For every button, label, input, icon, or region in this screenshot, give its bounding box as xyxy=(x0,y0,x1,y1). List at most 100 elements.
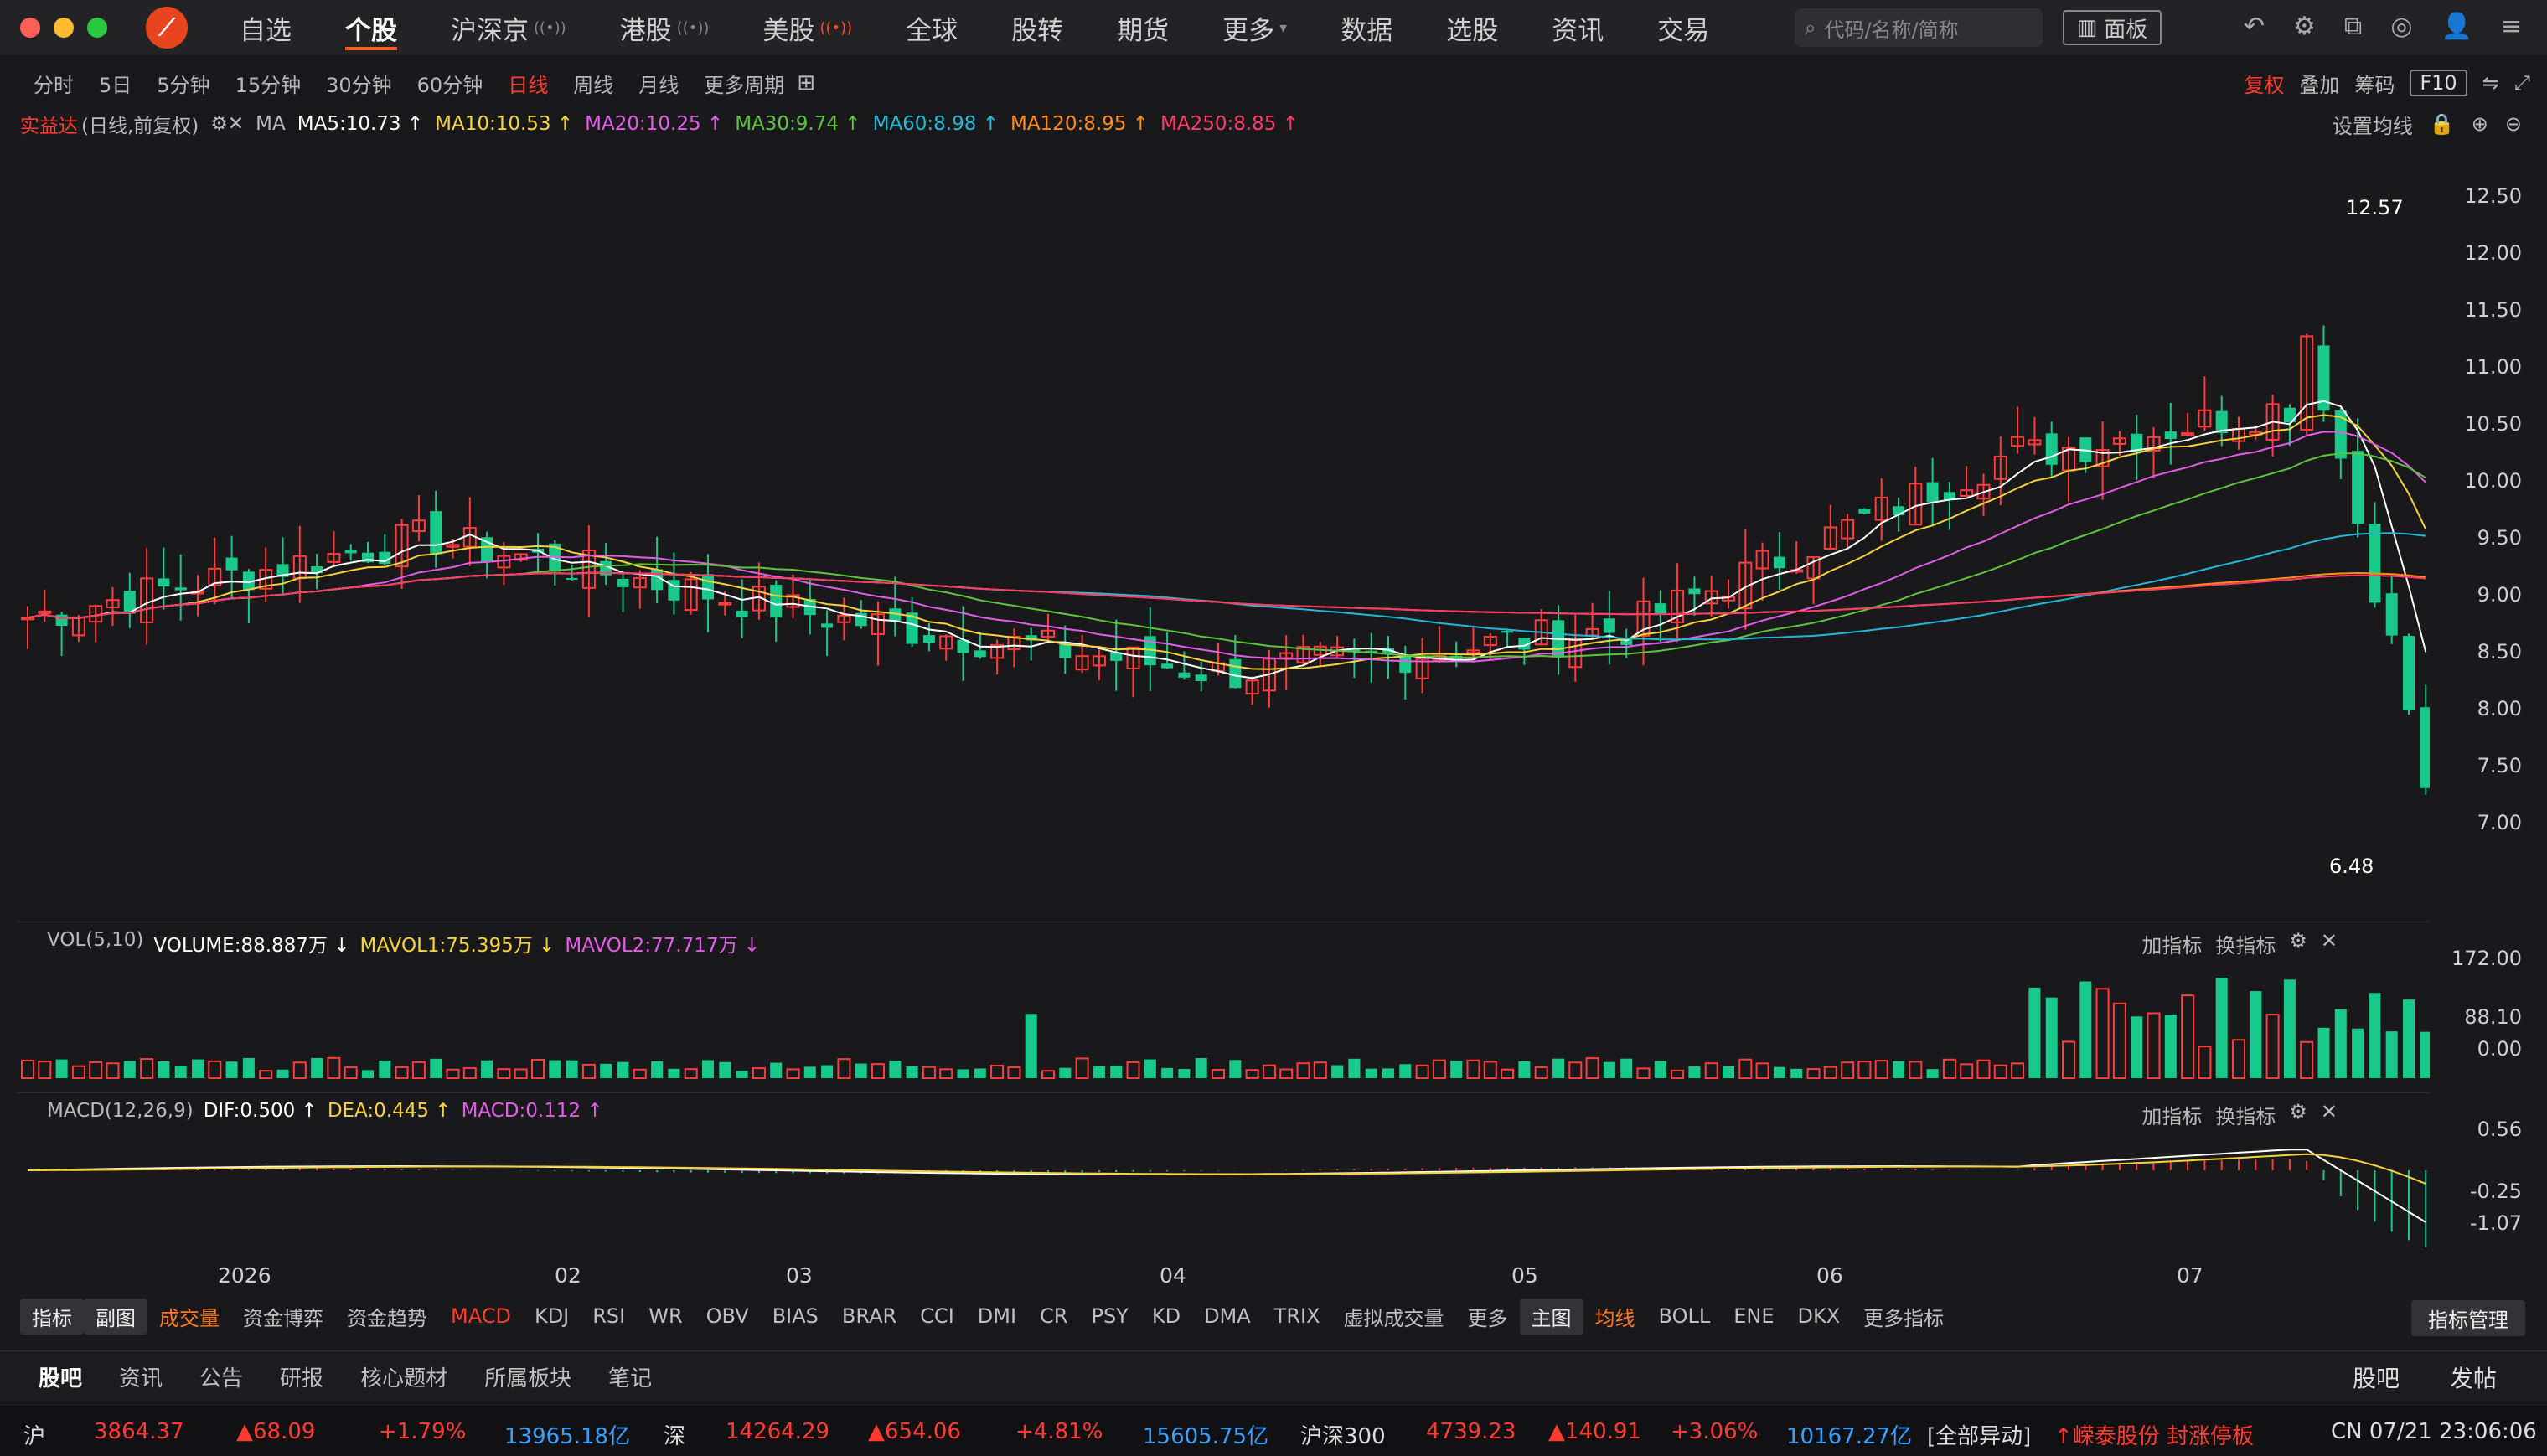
zoom-window-button[interactable] xyxy=(87,18,107,38)
indicator-tab[interactable]: 资金趋势 xyxy=(335,1302,439,1331)
bottom-tab[interactable]: 股吧 xyxy=(20,1361,101,1392)
indicator-tab[interactable]: 资金博弈 xyxy=(231,1302,335,1331)
indicator-tab[interactable]: BIAS xyxy=(761,1304,830,1328)
period-tab[interactable]: 周线 xyxy=(561,69,626,98)
guba-button[interactable]: 股吧 xyxy=(2353,1360,2400,1394)
settings-icon[interactable]: ⚙ xyxy=(2293,12,2316,41)
date-tick-label: 02 xyxy=(555,1263,581,1288)
macd-pane[interactable]: MACD(12,26,9) DIF:0.500 ↑ DEA:0.445 ↑ MA… xyxy=(17,1092,2430,1258)
menu-icon[interactable]: ≡ xyxy=(2501,12,2522,41)
indicator-tab[interactable]: 成交量 xyxy=(147,1302,231,1331)
fuquan-dropdown[interactable]: 复权 xyxy=(2244,69,2284,98)
compare-icon[interactable]: ⇋ xyxy=(2482,71,2499,95)
back-icon[interactable]: ↶ xyxy=(2244,12,2265,41)
nav-item-7[interactable]: 期货 xyxy=(1090,0,1196,55)
bottom-tab[interactable]: 所属板块 xyxy=(466,1361,590,1392)
indicator-tab[interactable]: MACD xyxy=(439,1304,523,1328)
nav-item-2[interactable]: 沪深京 ((•)) xyxy=(424,0,593,55)
indicator-tab[interactable]: 更多指标 xyxy=(1852,1302,1955,1331)
alert-type[interactable]: [全部异动] xyxy=(1927,1419,2031,1450)
nav-item-9[interactable]: 数据 xyxy=(1314,0,1419,55)
alert-text[interactable]: ↑嵘泰股份 封涨停板 xyxy=(2054,1419,2254,1450)
indicator-tab[interactable]: RSI xyxy=(581,1304,637,1328)
diejia-dropdown[interactable]: 叠加 xyxy=(2299,69,2339,98)
indicator-tab[interactable]: TRIX xyxy=(1263,1304,1332,1328)
bottom-tab[interactable]: 核心题材 xyxy=(342,1361,466,1392)
indicator-tab[interactable]: DKX xyxy=(1786,1304,1852,1328)
ma-line-60 xyxy=(27,532,2426,641)
user-icon[interactable]: 👤 xyxy=(2441,12,2472,41)
nav-item-11[interactable]: 资讯 xyxy=(1525,0,1630,55)
search-input[interactable]: ⌕ 代码/名称/简称 xyxy=(1795,8,2043,47)
zoom-in-icon[interactable]: ⊕ xyxy=(2472,112,2488,136)
period-tab[interactable]: 30分钟 xyxy=(313,69,405,98)
indicator-tab[interactable]: 虚拟成交量 xyxy=(1332,1302,1456,1331)
indicator-tab[interactable]: 更多 xyxy=(1456,1302,1520,1331)
indicator-tab[interactable]: 指标 xyxy=(20,1298,84,1335)
candlestick-chart[interactable]: 12.57 6.48 xyxy=(17,141,2432,911)
indicator-tab[interactable]: OBV xyxy=(695,1304,761,1328)
indicator-manager-button[interactable]: 指标管理 xyxy=(2411,1300,2525,1336)
indicator-tab[interactable]: 副图 xyxy=(84,1298,147,1335)
bottom-tab[interactable]: 笔记 xyxy=(590,1361,670,1392)
candle-body xyxy=(158,578,170,587)
popout-icon[interactable]: ⧉ xyxy=(2344,12,2362,41)
nav-item-6[interactable]: 股转 xyxy=(984,0,1090,55)
volume-axis: 172.00 88.10 0.00 xyxy=(2430,922,2547,1079)
indicator-tab[interactable]: BOLL xyxy=(1647,1304,1723,1328)
ma-settings-button[interactable]: 设置均线 xyxy=(2333,110,2413,139)
indicator-tab[interactable]: CR xyxy=(1028,1304,1079,1328)
indicator-tab[interactable]: ENE xyxy=(1722,1304,1785,1328)
bottom-tab[interactable]: 公告 xyxy=(181,1361,261,1392)
indicator-tab[interactable]: PSY xyxy=(1079,1304,1139,1328)
panel-button[interactable]: ▥ 面板 xyxy=(2063,10,2162,45)
bottom-tab[interactable]: 资讯 xyxy=(101,1361,181,1392)
volume-bar xyxy=(1382,1068,1394,1078)
layout-grid-icon[interactable]: ⊞ xyxy=(797,70,815,96)
fullscreen-icon[interactable]: ⤢ xyxy=(2514,71,2530,95)
minimize-window-button[interactable] xyxy=(54,18,74,38)
indicator-tab[interactable]: CCI xyxy=(908,1304,966,1328)
period-tab[interactable]: 60分钟 xyxy=(405,69,496,98)
close-window-button[interactable] xyxy=(20,18,40,38)
nav-item-4[interactable]: 美股 ((•)) xyxy=(736,0,879,55)
nav-item-8[interactable]: 更多 ▾ xyxy=(1196,0,1314,55)
nav-item-3[interactable]: 港股 ((•)) xyxy=(593,0,736,55)
window-controls xyxy=(20,18,107,38)
indicator-tab[interactable]: 均线 xyxy=(1583,1302,1647,1331)
high-price-label: 12.57 xyxy=(2346,196,2404,219)
nav-item-12[interactable]: 交易 xyxy=(1630,0,1736,55)
indicator-tab[interactable]: 主图 xyxy=(1519,1298,1583,1335)
indicator-tab[interactable]: KD xyxy=(1140,1304,1192,1328)
zoom-out-icon[interactable]: ⊖ xyxy=(2505,112,2522,136)
period-tab[interactable]: 分时 xyxy=(21,69,86,98)
indicator-tab[interactable]: DMA xyxy=(1192,1304,1263,1328)
nav-item-1[interactable]: 个股 xyxy=(318,0,424,55)
bottom-tab[interactable]: 研报 xyxy=(261,1361,342,1392)
period-tab[interactable]: 日线 xyxy=(495,69,561,98)
nav-item-label: 资讯 xyxy=(1552,15,1604,46)
indicator-tab[interactable]: KDJ xyxy=(523,1304,581,1328)
assistant-icon[interactable]: ◎ xyxy=(2390,12,2412,41)
indicator-tab[interactable]: BRAR xyxy=(830,1304,908,1328)
ma-settings-icon[interactable]: ⚙✕ xyxy=(210,113,244,135)
f10-button[interactable]: F10 xyxy=(2410,70,2467,96)
nav-item-10[interactable]: 选股 xyxy=(1419,0,1525,55)
volume-bar xyxy=(1483,1061,1497,1079)
period-tab[interactable]: 更多周期 xyxy=(691,69,797,98)
period-tab[interactable]: 5分钟 xyxy=(144,69,222,98)
post-button[interactable]: 发帖 xyxy=(2450,1360,2497,1394)
nav-item-0[interactable]: 自选 xyxy=(213,0,318,55)
volume-bar xyxy=(259,1070,273,1080)
chouma-button[interactable]: 筹码 xyxy=(2354,69,2395,98)
volume-bar xyxy=(803,1066,816,1078)
period-tab[interactable]: 月线 xyxy=(626,69,691,98)
sh-value: 3864.37 xyxy=(94,1419,184,1444)
lock-icon[interactable]: 🔒 xyxy=(2430,112,2455,136)
indicator-tab[interactable]: DMI xyxy=(966,1304,1028,1328)
period-tab[interactable]: 5日 xyxy=(86,69,144,98)
volume-pane[interactable]: VOL(5,10) VOLUME:88.887万 ↓ MAVOL1:75.395… xyxy=(17,922,2430,1080)
indicator-tab[interactable]: WR xyxy=(637,1304,694,1328)
period-tab[interactable]: 15分钟 xyxy=(223,69,314,98)
nav-item-5[interactable]: 全球 xyxy=(879,0,984,55)
